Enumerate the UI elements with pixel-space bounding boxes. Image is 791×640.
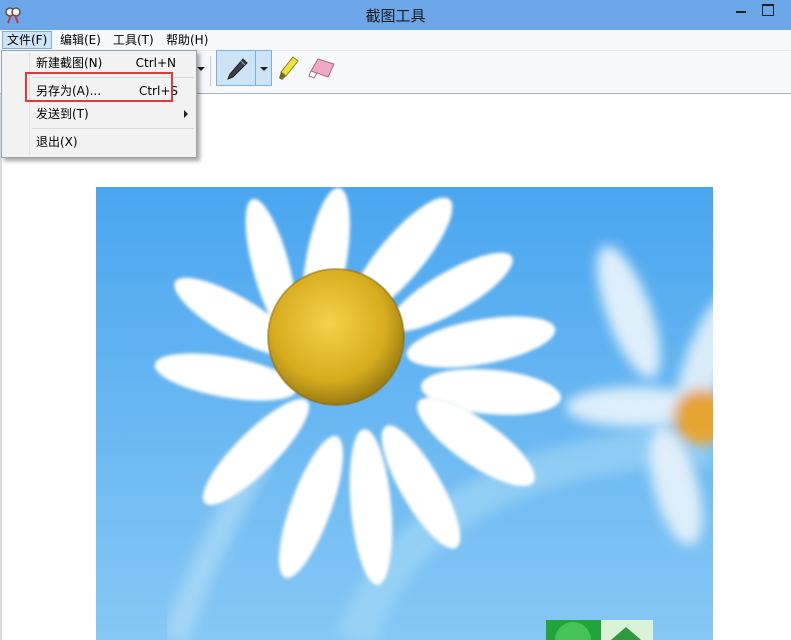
- menu-item-send-to[interactable]: 发送到(T): [36, 104, 188, 124]
- menu-tools[interactable]: 工具(T): [109, 32, 158, 48]
- toolbar-divider: [210, 56, 211, 86]
- menu-help[interactable]: 帮助(H): [162, 32, 212, 48]
- file-menu: 新建截图(N) Ctrl+N 另存为(A)... Ctrl+S 发送到(T) 退…: [1, 50, 197, 158]
- canvas-edge: [0, 94, 2, 640]
- highlight-box: [25, 72, 173, 102]
- maximize-icon[interactable]: [762, 4, 774, 16]
- menu-item-exit[interactable]: 退出(X): [36, 132, 186, 152]
- window-title: 截图工具: [365, 7, 426, 25]
- chevron-right-icon: [184, 110, 188, 118]
- menu-separator: [32, 128, 194, 129]
- menu-item-label: 发送到(T): [36, 107, 89, 121]
- chevron-down-icon: [260, 67, 268, 71]
- menu-bar: 文件(F) 编辑(E) 工具(T) 帮助(H): [0, 30, 791, 51]
- menu-item-label: 退出(X): [36, 135, 78, 149]
- pen-icon: [227, 58, 248, 80]
- minimize-icon[interactable]: [734, 2, 748, 16]
- title-bar: 截图工具: [0, 0, 791, 30]
- chevron-down-icon[interactable]: [197, 67, 205, 71]
- menu-gutter: [29, 53, 30, 155]
- menu-item-label: 新建截图(N): [36, 56, 103, 70]
- menu-file[interactable]: 文件(F): [2, 31, 53, 49]
- pen-button[interactable]: [216, 50, 256, 86]
- pen-dropdown-button[interactable]: [256, 50, 272, 86]
- captured-image: [96, 187, 713, 640]
- menu-item-shortcut: Ctrl+N: [135, 56, 176, 70]
- highlighter-icon[interactable]: [278, 56, 300, 82]
- menu-edit[interactable]: 编辑(E): [56, 32, 105, 48]
- menu-item-new-snip[interactable]: 新建截图(N) Ctrl+N: [36, 53, 186, 73]
- eraser-icon[interactable]: [308, 56, 336, 80]
